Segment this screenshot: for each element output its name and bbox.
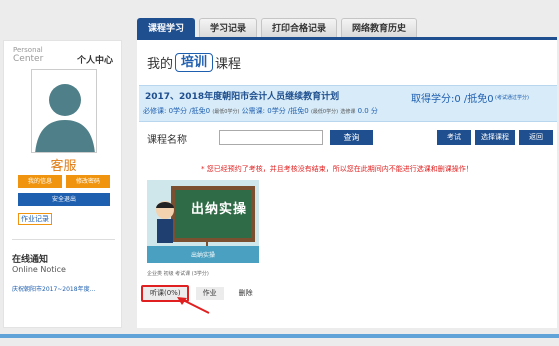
delete-button[interactable]: 删除: [232, 287, 260, 300]
required-label: 必修课:: [143, 107, 167, 115]
board-text: 出纳实操: [191, 202, 248, 217]
back-button[interactable]: 返回: [519, 130, 553, 145]
personal-center-en: Personal Center: [13, 46, 44, 65]
plan-banner: 2017、2018年度朝阳市会计人员继续教育计划 取得学分:0 /抵免0 (考试…: [139, 85, 557, 122]
course-caption: 出纳实操: [190, 252, 215, 259]
course-card[interactable]: 出纳实操 出纳实操: [147, 180, 259, 263]
top-tabs: 课程学习 学习记录 打印合格记录 网络教育历史: [137, 18, 418, 38]
warning-message: * 您已经预约了考核，并且考核没有结束，所以您在此期间内不能进行选课和删课操作！: [201, 165, 473, 173]
exam-button[interactable]: 考试: [437, 130, 471, 145]
main-panel: 我的 培训 课程 2017、2018年度朝阳市会计人员继续教育计划 取得学分:0…: [137, 40, 557, 328]
page: 课程学习 学习记录 打印合格记录 网络教育历史 Personal Center …: [0, 0, 559, 346]
elective-label: 选修课: [340, 109, 356, 115]
user-silhouette-icon: [35, 84, 95, 152]
required-min: (最低0学分): [212, 109, 240, 115]
sidebar: Personal Center 个人中心 客服 我的信息 修改密码 安全退出 作…: [3, 40, 122, 328]
search-bar: 课程名称 查询 考试 选择课程 返回: [145, 129, 555, 147]
elective-value: 0.0 分: [357, 107, 378, 115]
tab-print-record[interactable]: 打印合格记录: [261, 18, 338, 38]
course-meta: 企业类 初级 考试课 (3学分): [147, 271, 209, 277]
user-name: 客服: [50, 159, 77, 174]
personal-center-title: 个人中心: [77, 56, 114, 66]
title-suffix: 课程: [215, 57, 242, 72]
page-title: 我的 培训 课程: [147, 53, 241, 72]
divider: [12, 239, 115, 240]
tab-online-history[interactable]: 网络教育历史: [341, 18, 418, 38]
plan-credit: 取得学分:0 /抵免0: [411, 94, 494, 105]
public-value: 0学分 /抵免0: [267, 107, 309, 115]
logout-button[interactable]: 安全退出: [18, 193, 110, 206]
public-min: (最低0学分): [310, 109, 339, 115]
change-password-button[interactable]: 修改密码: [66, 175, 110, 188]
notice-title: 在线通知: [12, 255, 49, 265]
notice-subtitle: Online Notice: [12, 265, 66, 274]
red-arrow-icon: [177, 297, 210, 314]
tab-study-record[interactable]: 学习记录: [199, 18, 258, 38]
plan-title: 2017、2018年度朝阳市会计人员继续教育计划: [145, 92, 340, 102]
course-name-label: 课程名称: [147, 135, 187, 146]
title-highlight: 培训: [175, 53, 214, 72]
avatar: [31, 69, 97, 153]
homework-record-button[interactable]: 作业记录: [18, 213, 52, 225]
required-value: 0学分 /抵免0: [168, 107, 211, 115]
bottom-bar: [0, 334, 559, 338]
plan-credit-note: (考试通过学分): [495, 95, 529, 101]
pc-en-line2: Center: [13, 54, 44, 64]
pc-en-line1: Personal: [13, 46, 43, 54]
title-prefix: 我的: [147, 57, 174, 72]
search-button[interactable]: 查询: [330, 130, 373, 145]
notice-link[interactable]: 庆祝朝阳市2017~2018年度...: [12, 284, 95, 293]
public-label: 公需课:: [241, 107, 266, 115]
tab-course-study[interactable]: 课程学习: [137, 18, 196, 38]
choose-course-button[interactable]: 选择课程: [475, 130, 515, 145]
plan-detail: 必修课: 0学分 /抵免0 (最低0学分) 公需课: 0学分 /抵免0 (最低0…: [143, 106, 378, 116]
course-name-input[interactable]: [219, 130, 323, 145]
my-info-button[interactable]: 我的信息: [18, 175, 62, 188]
